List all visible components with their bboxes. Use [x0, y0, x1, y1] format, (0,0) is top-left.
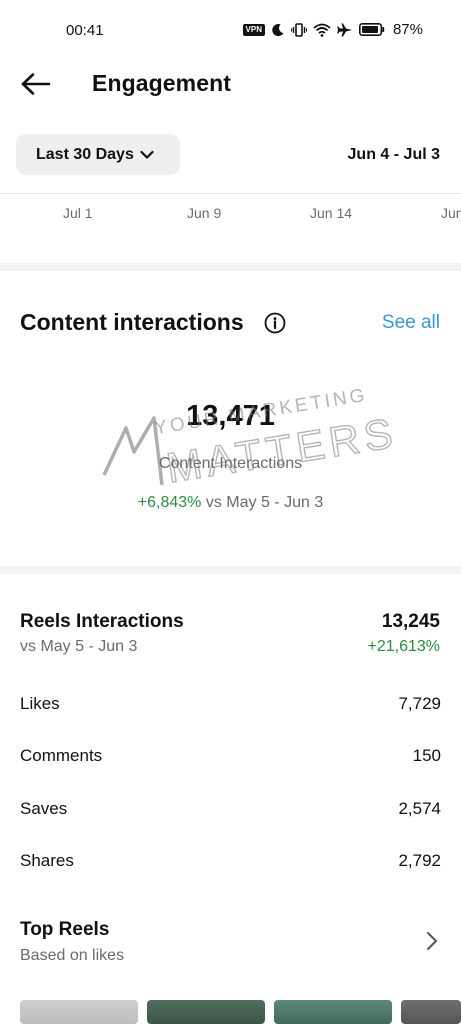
metric-label: Shares	[20, 851, 74, 870]
top-reels-row[interactable]: Top Reels Based on likes	[0, 910, 461, 970]
axis-label: Jun	[441, 205, 461, 221]
engagement-screen: 00:41 VPN 87% Engagement Last 30 Days Ju…	[0, 0, 461, 1024]
battery-icon	[358, 23, 385, 36]
back-button[interactable]	[18, 68, 54, 100]
vibrate-icon	[290, 22, 307, 37]
reel-thumbnail[interactable]	[20, 1000, 138, 1024]
top-reels-subtitle: Based on likes	[20, 947, 125, 964]
section-separator	[0, 566, 461, 574]
metric-value: 2,574	[398, 799, 441, 818]
chevron-down-icon	[140, 150, 154, 159]
date-range-dropdown[interactable]: Last 30 Days	[16, 134, 180, 175]
status-bar: 00:41 VPN 87%	[0, 0, 461, 62]
airplane-icon	[337, 23, 352, 36]
date-filter-row: Last 30 Days Jun 4 - Jul 3	[0, 134, 461, 178]
content-interactions-heading: Content interactions	[20, 309, 244, 335]
reels-comparison-period: vs May 5 - Jun 3	[20, 638, 138, 655]
chevron-right-icon	[427, 932, 437, 950]
content-interactions-comparison-period: vs May 5 - Jun 3	[201, 494, 324, 511]
metric-label: Saves	[20, 799, 68, 818]
content-interactions-comparison: +6,843% vs May 5 - Jun 3	[0, 494, 461, 512]
content-interactions-total: 13,471	[186, 400, 275, 432]
top-reels-thumbnails	[0, 1000, 461, 1024]
chart-axis-labels: Jul 1 Jun 9 Jun 14 Jun	[0, 205, 461, 225]
page-title: Engagement	[92, 70, 232, 96]
date-range-dropdown-label: Last 30 Days	[36, 145, 134, 163]
status-icons: VPN 87%	[242, 21, 423, 38]
axis-label: Jul 1	[63, 205, 93, 221]
section-separator	[0, 263, 461, 271]
status-time: 00:41	[66, 22, 104, 39]
divider	[0, 193, 461, 194]
app-header: Engagement	[0, 62, 461, 106]
info-icon[interactable]	[264, 312, 286, 334]
reel-thumbnail[interactable]	[401, 1000, 461, 1024]
battery-percentage: 87%	[392, 21, 423, 38]
wifi-icon	[313, 23, 331, 37]
metric-row-saves: Saves 2,574	[20, 799, 441, 823]
top-reels-title: Top Reels	[20, 919, 110, 940]
axis-label: Jun 14	[310, 205, 353, 221]
moon-icon	[272, 23, 284, 36]
metric-value: 2,792	[398, 851, 441, 870]
metric-label: Likes	[20, 694, 60, 713]
reels-interactions-change: +21,613%	[367, 638, 440, 655]
arrow-left-icon	[21, 73, 51, 95]
reel-thumbnail[interactable]	[147, 1000, 265, 1024]
content-interactions-total-label: Content Interactions	[158, 455, 303, 472]
reel-thumbnail[interactable]	[274, 1000, 392, 1024]
metric-row-likes: Likes 7,729	[20, 694, 441, 718]
metric-row-comments: Comments 150	[20, 746, 441, 770]
axis-label: Jun 9	[187, 205, 222, 221]
vpn-icon: VPN	[242, 23, 265, 36]
metric-value: 150	[412, 746, 441, 765]
metric-label: Comments	[20, 746, 103, 765]
content-interactions-change: +6,843%	[137, 494, 202, 511]
metric-value: 7,729	[398, 694, 441, 713]
see-all-link[interactable]: See all	[382, 312, 440, 334]
metric-row-shares: Shares 2,792	[20, 851, 441, 875]
reels-interactions-title: Reels Interactions	[20, 611, 184, 632]
reels-interactions-total: 13,245	[381, 611, 440, 632]
selected-date-range: Jun 4 - Jul 3	[347, 146, 440, 163]
